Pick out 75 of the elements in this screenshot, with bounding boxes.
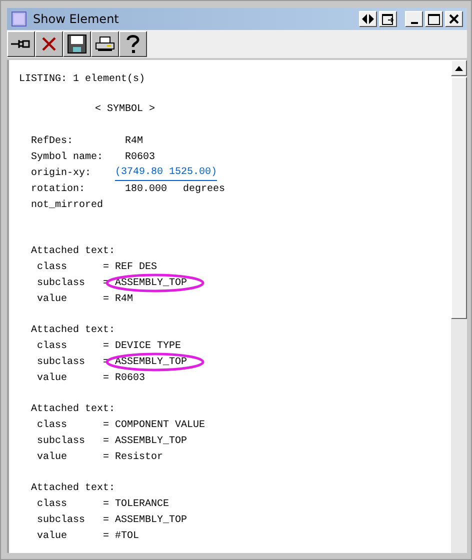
field-value: ASSEMBLY_TOP bbox=[115, 514, 188, 528]
property-label: origin-xy: bbox=[31, 166, 92, 181]
save-button[interactable] bbox=[63, 31, 91, 57]
equals-sign: = bbox=[103, 340, 110, 354]
scroll-up-button[interactable] bbox=[451, 60, 467, 76]
field-value: R0603 bbox=[115, 372, 146, 386]
property-label: Symbol name: bbox=[31, 150, 104, 165]
attached-text-heading: Attached text: bbox=[31, 324, 116, 338]
equals-sign: = bbox=[103, 261, 110, 275]
field-name: class bbox=[37, 340, 68, 354]
field-value: ASSEMBLY_TOP bbox=[115, 277, 188, 291]
field-value: Resistor bbox=[115, 450, 164, 465]
attached-text-heading: Attached text: bbox=[31, 244, 116, 259]
property-label: rotation: bbox=[31, 182, 86, 197]
attached-text-heading: Attached text: bbox=[31, 482, 116, 496]
field-value: TOLERANCE bbox=[115, 498, 170, 512]
up-arrow-icon bbox=[455, 66, 463, 70]
arrows-icon bbox=[362, 14, 374, 24]
maximize-icon bbox=[428, 14, 440, 24]
field-name: value bbox=[37, 530, 68, 544]
field-value: ASSEMBLY_TOP bbox=[115, 435, 188, 449]
field-name: class bbox=[37, 418, 68, 433]
listing-header: LISTING: 1 element(s) bbox=[19, 72, 146, 87]
delete-icon bbox=[41, 36, 57, 52]
equals-sign: = bbox=[103, 530, 110, 544]
help-icon bbox=[125, 34, 141, 54]
equals-sign: = bbox=[103, 372, 110, 386]
property-value: R4M bbox=[125, 135, 144, 149]
dock-icon bbox=[382, 14, 394, 24]
symbol-header: < SYMBOL > bbox=[95, 103, 156, 117]
print-button[interactable] bbox=[91, 31, 119, 57]
minimize-icon bbox=[410, 22, 418, 24]
coordinate-link[interactable]: (3749.80 1525.00) bbox=[115, 166, 218, 181]
field-name: value bbox=[37, 450, 68, 465]
scroll-thumb[interactable] bbox=[451, 77, 467, 319]
field-name: subclass bbox=[37, 434, 86, 449]
field-name: class bbox=[37, 260, 68, 275]
field-name: value bbox=[37, 372, 68, 386]
pushpin-icon bbox=[11, 37, 31, 51]
help-button[interactable] bbox=[119, 31, 147, 57]
dock-button[interactable] bbox=[379, 11, 397, 27]
close-button[interactable] bbox=[445, 11, 463, 27]
delete-button[interactable] bbox=[35, 31, 63, 57]
property-label: not_mirrored bbox=[31, 198, 104, 213]
window-title: Show Element bbox=[33, 12, 120, 26]
field-name: subclass bbox=[37, 356, 86, 370]
field-value: ASSEMBLY_TOP bbox=[115, 356, 188, 370]
pin-button[interactable] bbox=[7, 31, 35, 57]
maximize-button[interactable] bbox=[425, 11, 443, 27]
property-label: RefDes: bbox=[31, 134, 74, 149]
field-value: DEVICE TYPE bbox=[115, 340, 182, 354]
attached-text-heading: Attached text: bbox=[31, 402, 116, 417]
scrollbar[interactable] bbox=[451, 60, 467, 553]
field-value: REF DES bbox=[115, 261, 158, 275]
equals-sign: = bbox=[103, 435, 110, 449]
equals-sign: = bbox=[103, 451, 110, 465]
property-value: R0603 bbox=[125, 151, 156, 165]
field-value: R4M bbox=[115, 293, 134, 307]
field-value: #TOL bbox=[115, 530, 140, 544]
app-icon bbox=[11, 11, 27, 27]
equals-sign: = bbox=[103, 419, 110, 433]
equals-sign: = bbox=[103, 514, 110, 528]
arrows-button[interactable] bbox=[359, 11, 377, 27]
field-name: class bbox=[37, 498, 68, 512]
unit-label: degrees bbox=[183, 182, 226, 197]
field-name: value bbox=[37, 292, 68, 307]
field-name: subclass bbox=[37, 276, 86, 291]
close-icon bbox=[449, 14, 459, 24]
minimize-button[interactable] bbox=[405, 11, 423, 27]
printer-icon bbox=[95, 36, 115, 52]
field-value: COMPONENT VALUE bbox=[115, 419, 206, 433]
field-name: subclass bbox=[37, 514, 86, 528]
property-value: 180.000 bbox=[125, 183, 168, 197]
equals-sign: = bbox=[103, 293, 110, 307]
equals-sign: = bbox=[103, 498, 110, 512]
